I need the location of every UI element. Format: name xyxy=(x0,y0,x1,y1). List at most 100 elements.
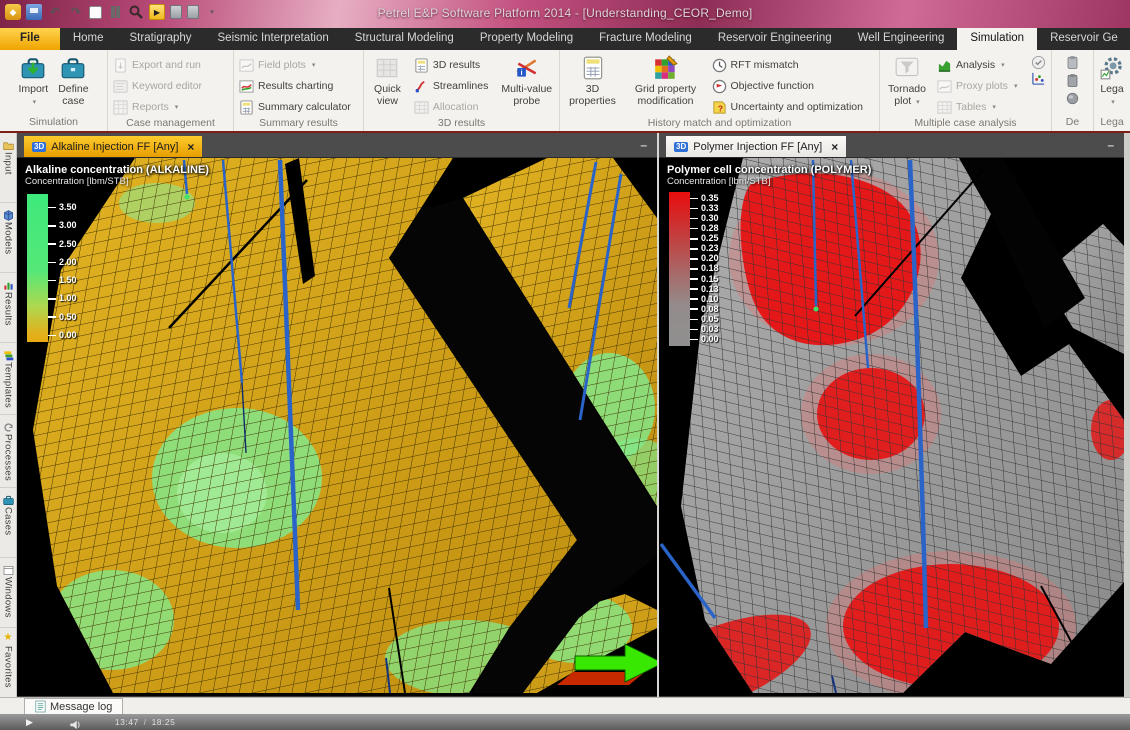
import-icon xyxy=(20,55,46,81)
group-label: History match and optimization xyxy=(560,117,879,131)
group-label: Lega xyxy=(1094,116,1130,131)
legend-tick: 0.50 xyxy=(48,313,77,322)
analysis-button[interactable]: Analysis ▾ xyxy=(934,55,1026,75)
allocation-button[interactable]: Allocation xyxy=(411,97,495,117)
3d-results-button[interactable]: 3D results xyxy=(411,55,495,75)
viewport-divider[interactable] xyxy=(657,133,659,697)
legend-tick: 1.50 xyxy=(48,276,77,285)
ribbon-group-multiple-case: Tornadoplot ▾ Analysis ▾ Proxy plots ▾ xyxy=(880,50,1052,131)
tab-property-modeling[interactable]: Property Modeling xyxy=(467,28,586,50)
viewport-tab-polymer[interactable]: 3D Polymer Injection FF [Any] × xyxy=(666,136,846,157)
uncertainty-icon: ? xyxy=(712,100,727,115)
tables-button[interactable]: Tables ▾ xyxy=(934,97,1026,117)
minimize-icon[interactable]: – xyxy=(1107,138,1114,152)
dropdown-icon: ▾ xyxy=(1111,99,1115,106)
viewport-tab-alkaline[interactable]: 3D Alkaline Injection FF [Any] × xyxy=(24,136,202,157)
field-plots-button[interactable]: Field plots ▾ xyxy=(236,55,361,75)
tornado-plot-button[interactable]: Tornadoplot ▾ xyxy=(882,53,932,117)
ribbon-group-summary-results: Field plots ▾ Results charting Summary c… xyxy=(234,50,364,131)
minimize-icon[interactable]: – xyxy=(640,138,647,152)
group-label: Case management xyxy=(108,117,233,131)
tab-reservoir-geomechanics[interactable]: Reservoir Ge xyxy=(1037,28,1130,50)
legend-tick: 0.05 xyxy=(690,315,719,324)
legend-tick: 0.33 xyxy=(690,204,719,213)
alkaline-3d-canvas[interactable]: Alkaline concentration (ALKALINE) Concen… xyxy=(17,158,657,693)
folder-icon xyxy=(3,138,14,149)
polymer-legend-ticks: 0.350.330.300.280.250.230.200.180.150.13… xyxy=(690,194,719,344)
tab-simulation[interactable]: Simulation xyxy=(957,28,1037,50)
title-bar: ◆ ↶ ↷ ▶ ▾ Petrel E&P Software Platform 2… xyxy=(0,0,1130,28)
check-circle-icon[interactable] xyxy=(1031,55,1046,70)
sphere-icon[interactable] xyxy=(1065,91,1080,106)
sidebar-item-templates[interactable]: Templates xyxy=(0,343,16,415)
viewport-tabstrip-alkaline: 3D Alkaline Injection FF [Any] × – xyxy=(17,133,657,158)
sidebar-item-favorites[interactable]: ★ Favorites xyxy=(0,628,16,697)
export-and-run-button[interactable]: Export and run xyxy=(110,55,231,75)
legend-tick: 2.00 xyxy=(48,258,77,267)
multi-value-probe-button[interactable]: i Multi-valueprobe xyxy=(497,53,557,117)
scatter-analysis-icon[interactable] xyxy=(1031,71,1046,86)
ribbon: Import▾ Definecase Simulation Export and… xyxy=(0,50,1130,131)
3d-properties-icon xyxy=(580,55,606,81)
tab-structural-modeling[interactable]: Structural Modeling xyxy=(342,28,467,50)
play-icon[interactable]: ▶ xyxy=(26,718,33,727)
petrel-window: ◆ ↶ ↷ ▶ ▾ Petrel E&P Software Platform 2… xyxy=(0,0,1130,730)
tornado-plot-icon xyxy=(894,55,920,81)
window-title: Petrel E&P Software Platform 2014 - [Und… xyxy=(0,6,1130,20)
legend-tick: 3.50 xyxy=(48,203,77,212)
close-icon[interactable]: × xyxy=(831,140,838,154)
sidebar-item-windows[interactable]: Windows xyxy=(0,558,16,628)
polymer-3d-canvas[interactable]: Polymer cell concentration (POLYMER) Con… xyxy=(659,158,1124,693)
tab-reservoir-engineering[interactable]: Reservoir Engineering xyxy=(705,28,845,50)
keyword-editor-button[interactable]: Keyword editor xyxy=(110,76,231,96)
dropdown-icon: ▾ xyxy=(916,99,920,106)
tab-seismic-interpretation[interactable]: Seismic Interpretation xyxy=(205,28,342,50)
summary-calculator-button[interactable]: Summary calculator xyxy=(236,97,361,117)
sidebar-item-models[interactable]: Models xyxy=(0,203,16,273)
explorer-sidebar: Input Models Results Templates Processes… xyxy=(0,133,17,697)
legend-tick: 0.35 xyxy=(690,194,719,203)
reports-button[interactable]: Reports ▾ xyxy=(110,97,231,117)
legend-tick: 0.25 xyxy=(690,234,719,243)
3d-properties-button[interactable]: 3Dproperties xyxy=(563,53,623,117)
legend-tick: 0.00 xyxy=(690,335,719,344)
tab-home[interactable]: Home xyxy=(60,28,117,50)
ribbon-group-simulation: Import▾ Definecase Simulation xyxy=(0,50,108,131)
volume-icon[interactable] xyxy=(69,717,83,727)
ribbon-group-case-management: Export and run Keyword editor Reports ▾ … xyxy=(108,50,234,131)
define-case-button[interactable]: Definecase xyxy=(56,53,90,116)
reports-icon xyxy=(113,100,128,115)
uncertainty-optimization-button[interactable]: ? Uncertainty and optimization xyxy=(709,97,877,117)
clipboard-icon[interactable] xyxy=(1065,55,1080,70)
alkaline-colorbar xyxy=(27,194,48,342)
results-charting-button[interactable]: Results charting xyxy=(236,76,361,96)
sidebar-item-results[interactable]: Results xyxy=(0,273,16,343)
sidebar-item-cases[interactable]: Cases xyxy=(0,488,16,558)
rft-mismatch-button[interactable]: RFT mismatch xyxy=(709,55,877,75)
objective-function-button[interactable]: Objective function xyxy=(709,76,877,96)
proxy-plots-button[interactable]: Proxy plots ▾ xyxy=(934,76,1026,96)
tables-icon xyxy=(937,100,952,115)
video-controls-bar: ▶ 13:47 / 18:25 xyxy=(0,714,1130,730)
tab-well-engineering[interactable]: Well Engineering xyxy=(845,28,958,50)
tab-file[interactable]: File xyxy=(0,28,60,50)
quick-view-button[interactable]: Quickview xyxy=(366,53,409,117)
tab-stratigraphy[interactable]: Stratigraphy xyxy=(117,28,205,50)
message-log-tab[interactable]: Message log xyxy=(24,698,123,714)
ribbon-group-history-match: 3Dproperties Grid propertymodification R… xyxy=(560,50,880,131)
tab-fracture-modeling[interactable]: Fracture Modeling xyxy=(586,28,705,50)
legend-tick: 0.28 xyxy=(690,224,719,233)
field-plots-icon xyxy=(239,58,254,73)
sidebar-item-processes[interactable]: Processes xyxy=(0,415,16,488)
streamlines-button[interactable]: Streamlines xyxy=(411,76,495,96)
group-label: Multiple case analysis xyxy=(880,117,1051,131)
legend-tick: 3.00 xyxy=(48,221,77,230)
close-icon[interactable]: × xyxy=(187,140,194,154)
dropdown-icon: ▾ xyxy=(1001,61,1005,69)
polymer-colorbar xyxy=(669,192,690,346)
legacy-button[interactable]: Lega▾ xyxy=(1097,53,1127,116)
import-button[interactable]: Import▾ xyxy=(16,53,50,116)
grid-property-modification-button[interactable]: Grid propertymodification xyxy=(627,53,705,117)
clipboard-dark-icon[interactable] xyxy=(1065,73,1080,88)
sidebar-item-input[interactable]: Input xyxy=(0,133,16,203)
